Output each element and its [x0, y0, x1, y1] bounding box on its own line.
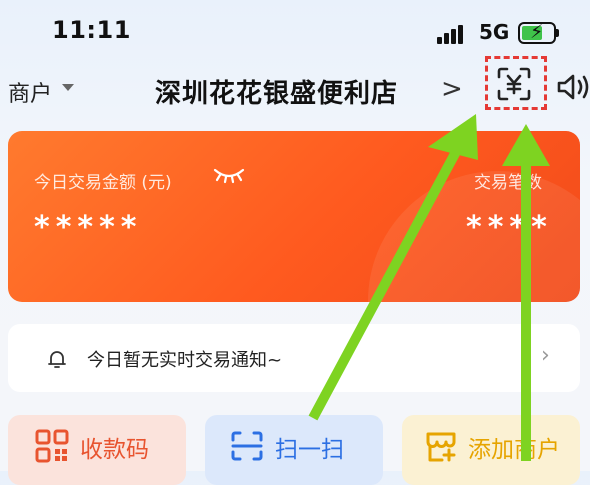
store-name[interactable]: 深圳花花银盛便利店 — [155, 73, 398, 110]
status-time: 11:11 — [52, 16, 131, 44]
amount-label: 今日交易金额 (元) — [34, 173, 172, 193]
network-type: 5G — [479, 20, 510, 44]
eye-closed-icon[interactable] — [212, 165, 246, 185]
merchant-switch[interactable]: 商户 — [8, 76, 52, 108]
qr-code-icon — [35, 429, 69, 463]
count-label: 交易笔数 — [474, 173, 542, 193]
battery-charging-icon: ⚡ — [518, 21, 556, 44]
collect-code-label: 收款码 — [80, 437, 149, 463]
chevron-right-icon[interactable]: › — [541, 343, 550, 368]
scan-icon — [231, 431, 263, 461]
count-value: **** — [466, 210, 553, 245]
signal-icon — [437, 24, 467, 44]
amount-value: ***** — [34, 210, 143, 245]
add-merchant-label: 添加商户 — [468, 437, 560, 463]
add-merchant-icon — [426, 432, 456, 462]
speaker-icon[interactable] — [556, 72, 590, 102]
store-chevron[interactable]: > — [441, 74, 463, 104]
bell-icon — [48, 351, 66, 368]
battery-tip — [556, 29, 559, 37]
scan-label: 扫一扫 — [275, 437, 344, 463]
notice-text: 今日暂无实时交易通知~ — [87, 350, 283, 371]
highlight-annotation-box — [485, 56, 547, 110]
caret-down-icon[interactable] — [62, 84, 74, 91]
